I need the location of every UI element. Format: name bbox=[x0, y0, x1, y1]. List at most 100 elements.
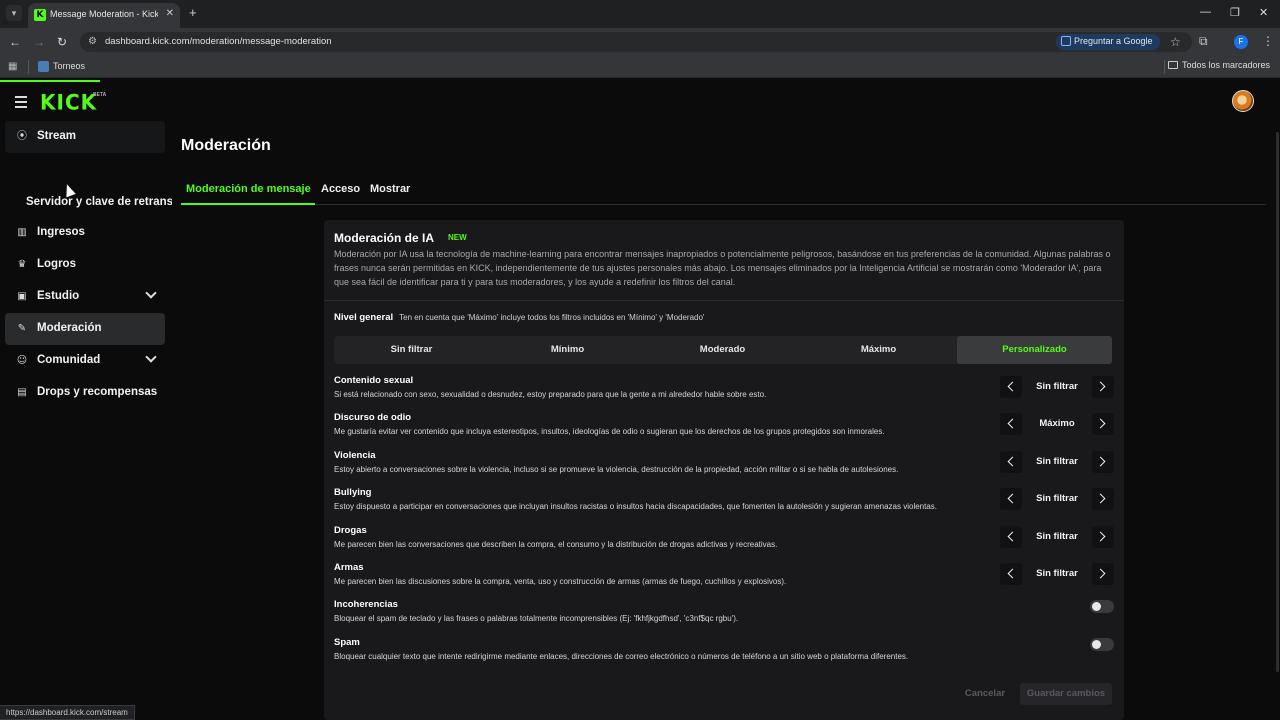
tab-search-icon[interactable]: ▾ bbox=[6, 5, 22, 21]
toggle-description: Bloquear cualquier texto que intente red… bbox=[334, 652, 909, 661]
sidebar-item-label: Estudio bbox=[37, 290, 80, 302]
category-level-stepper: Sin filtrar bbox=[1000, 451, 1114, 473]
chevron-right-icon[interactable] bbox=[1092, 488, 1114, 510]
category-level-stepper: Sin filtrar bbox=[1000, 526, 1114, 548]
all-bookmarks[interactable]: Todos los marcadores bbox=[1168, 60, 1270, 70]
cancel-button[interactable]: Cancelar bbox=[958, 683, 1012, 705]
window-close-icon[interactable]: ✕ bbox=[1259, 6, 1268, 19]
apps-grid-icon[interactable]: ▦ bbox=[8, 61, 17, 72]
sidebar-item-estudio[interactable]: ▣ Estudio bbox=[5, 281, 165, 313]
tab-message-moderation[interactable]: Moderación de mensaje bbox=[186, 183, 311, 195]
back-icon[interactable]: ← bbox=[9, 35, 21, 49]
sidebar-item-stream[interactable]: ⦿ Stream bbox=[5, 121, 165, 153]
category-row: Discurso de odio Me gustaría evitar ver … bbox=[334, 412, 1114, 446]
category-title: Drogas bbox=[334, 525, 367, 536]
trophy-icon: ♛ bbox=[17, 259, 27, 270]
tab-display[interactable]: Mostrar bbox=[370, 183, 410, 195]
bookmark-favicon-icon bbox=[38, 61, 49, 73]
section-description: Moderación por IA usa la tecnología de m… bbox=[334, 249, 1111, 287]
address-bar-row: ← → ↻ ⚙ dashboard.kick.com/moderation/me… bbox=[0, 28, 1280, 56]
browser-tab[interactable]: K Message Moderation - Kick Da ✕ bbox=[28, 3, 180, 28]
toggle-switch[interactable] bbox=[1090, 638, 1114, 651]
category-description: Estoy dispuesto a participar en conversa… bbox=[334, 502, 938, 511]
profile-avatar[interactable]: F bbox=[1234, 35, 1248, 49]
category-title: Bullying bbox=[334, 487, 372, 498]
category-row: Contenido sexual Si está relacionado con… bbox=[334, 375, 1114, 409]
sidebar-item-label: Moderación bbox=[37, 322, 102, 334]
bookmark-torneos[interactable]: Torneos bbox=[38, 61, 86, 73]
chevron-right-icon[interactable] bbox=[1092, 526, 1114, 548]
chevron-down-icon[interactable] bbox=[145, 351, 157, 363]
chevron-left-icon[interactable] bbox=[1000, 488, 1022, 510]
toggle-description: Bloquear el spam de teclado y las frases… bbox=[334, 614, 739, 623]
browser-menu-icon[interactable]: ⋮ bbox=[1262, 34, 1274, 48]
toggle-title: Incoherencias bbox=[334, 599, 398, 610]
sidebar-item-drops[interactable]: ▤ Drops y recompensas bbox=[5, 377, 165, 409]
chevron-left-icon[interactable] bbox=[1000, 526, 1022, 548]
level-option-personalizado[interactable]: Personalizado bbox=[957, 336, 1112, 364]
sidebar-item-label: Drops y recompensas bbox=[37, 386, 158, 398]
sidebar-item-moderacion[interactable]: ✎ Moderación bbox=[5, 313, 165, 345]
category-description: Me gustaría evitar ver contenido que inc… bbox=[334, 427, 885, 436]
toggle-knob bbox=[1092, 602, 1101, 611]
sidebar-item-ingresos[interactable]: ▥ Ingresos bbox=[5, 217, 165, 249]
status-bar-url: https://dashboard.kick.com/stream bbox=[0, 705, 135, 720]
lens-icon bbox=[1061, 36, 1071, 46]
category-row: Violencia Estoy abierto a conversaciones… bbox=[334, 450, 1114, 484]
all-bookmarks-label: Todos los marcadores bbox=[1182, 60, 1271, 70]
menu-icon[interactable] bbox=[15, 96, 27, 111]
category-level-value: Sin filtrar bbox=[1036, 493, 1078, 504]
restore-icon[interactable]: ❐ bbox=[1230, 6, 1240, 19]
bookmark-star-icon[interactable]: ☆ bbox=[1170, 35, 1181, 49]
sidebar-subitem-stream-key[interactable]: Servidor y clave de retransmisión bbox=[26, 196, 172, 208]
chevron-right-icon[interactable] bbox=[1092, 563, 1114, 585]
kick-logo[interactable]: KICK bbox=[40, 89, 97, 114]
chevron-left-icon[interactable] bbox=[1000, 376, 1022, 398]
reload-icon[interactable]: ↻ bbox=[57, 35, 67, 49]
chevron-down-icon[interactable] bbox=[145, 287, 157, 299]
category-level-stepper: Sin filtrar bbox=[1000, 376, 1114, 398]
page-scrollbar[interactable] bbox=[1276, 132, 1279, 672]
chevron-right-icon[interactable] bbox=[1092, 451, 1114, 473]
category-description: Si está relacionado con sexo, sexualidad… bbox=[334, 390, 767, 399]
beta-label: BETA bbox=[93, 92, 107, 98]
moderation-tabs: Moderación de mensaje Acceso Mostrar bbox=[181, 179, 1266, 205]
tab-access[interactable]: Acceso bbox=[321, 183, 360, 195]
section-title: Moderación de IA bbox=[334, 231, 435, 245]
forward-icon[interactable]: → bbox=[33, 35, 45, 49]
ai-moderation-panel: Moderación de IA NEW Moderación por IA u… bbox=[324, 220, 1124, 720]
sidebar-item-comunidad[interactable]: ☺ Comunidad bbox=[5, 345, 165, 377]
minimize-icon[interactable]: — bbox=[1200, 6, 1211, 18]
sidebar-item-logros[interactable]: ♛ Logros bbox=[5, 249, 165, 281]
level-option-minimo[interactable]: Mínimo bbox=[490, 336, 645, 364]
chevron-left-icon[interactable] bbox=[1000, 413, 1022, 435]
site-info-icon[interactable]: ⚙ bbox=[88, 36, 97, 47]
category-level-value: Sin filtrar bbox=[1036, 456, 1078, 467]
chevron-right-icon[interactable] bbox=[1092, 376, 1114, 398]
bookmark-label: Torneos bbox=[53, 61, 86, 71]
toggle-switch[interactable] bbox=[1090, 600, 1114, 613]
tab-close-icon[interactable]: ✕ bbox=[166, 8, 174, 19]
level-option-sin-filtrar[interactable]: Sin filtrar bbox=[334, 336, 489, 364]
page-title: Moderación bbox=[181, 137, 271, 154]
broadcast-icon: ⦿ bbox=[17, 131, 27, 142]
user-avatar[interactable] bbox=[1232, 90, 1254, 112]
level-option-maximo[interactable]: Máximo bbox=[801, 336, 956, 364]
general-level-note: Ten en cuenta que 'Máximo' incluye todos… bbox=[399, 313, 705, 322]
chevron-left-icon[interactable] bbox=[1000, 451, 1022, 473]
level-option-moderado[interactable]: Moderado bbox=[645, 336, 800, 364]
save-changes-button[interactable]: Guardar cambios bbox=[1020, 683, 1112, 705]
chevron-left-icon[interactable] bbox=[1000, 563, 1022, 585]
chevron-right-icon[interactable] bbox=[1092, 413, 1114, 435]
ask-google-button[interactable]: Preguntar a Google bbox=[1056, 34, 1160, 50]
toggle-row: Incoherencias Bloquear el spam de teclad… bbox=[334, 599, 1114, 633]
category-level-stepper: Máximo bbox=[1000, 413, 1114, 435]
extensions-icon[interactable]: ⧉ bbox=[1199, 34, 1208, 49]
browser-tab-bar: ▾ K Message Moderation - Kick Da ✕ + — ❐… bbox=[0, 0, 1280, 28]
new-tab-icon[interactable]: + bbox=[189, 6, 197, 20]
bookmark-separator bbox=[28, 60, 29, 74]
category-level-stepper: Sin filtrar bbox=[1000, 488, 1114, 510]
category-row: Armas Me parecen bien las discusiones so… bbox=[334, 562, 1114, 596]
tab-title: Message Moderation - Kick Da bbox=[50, 9, 158, 19]
url-field[interactable]: ⚙ dashboard.kick.com/moderation/message-… bbox=[80, 32, 1192, 52]
